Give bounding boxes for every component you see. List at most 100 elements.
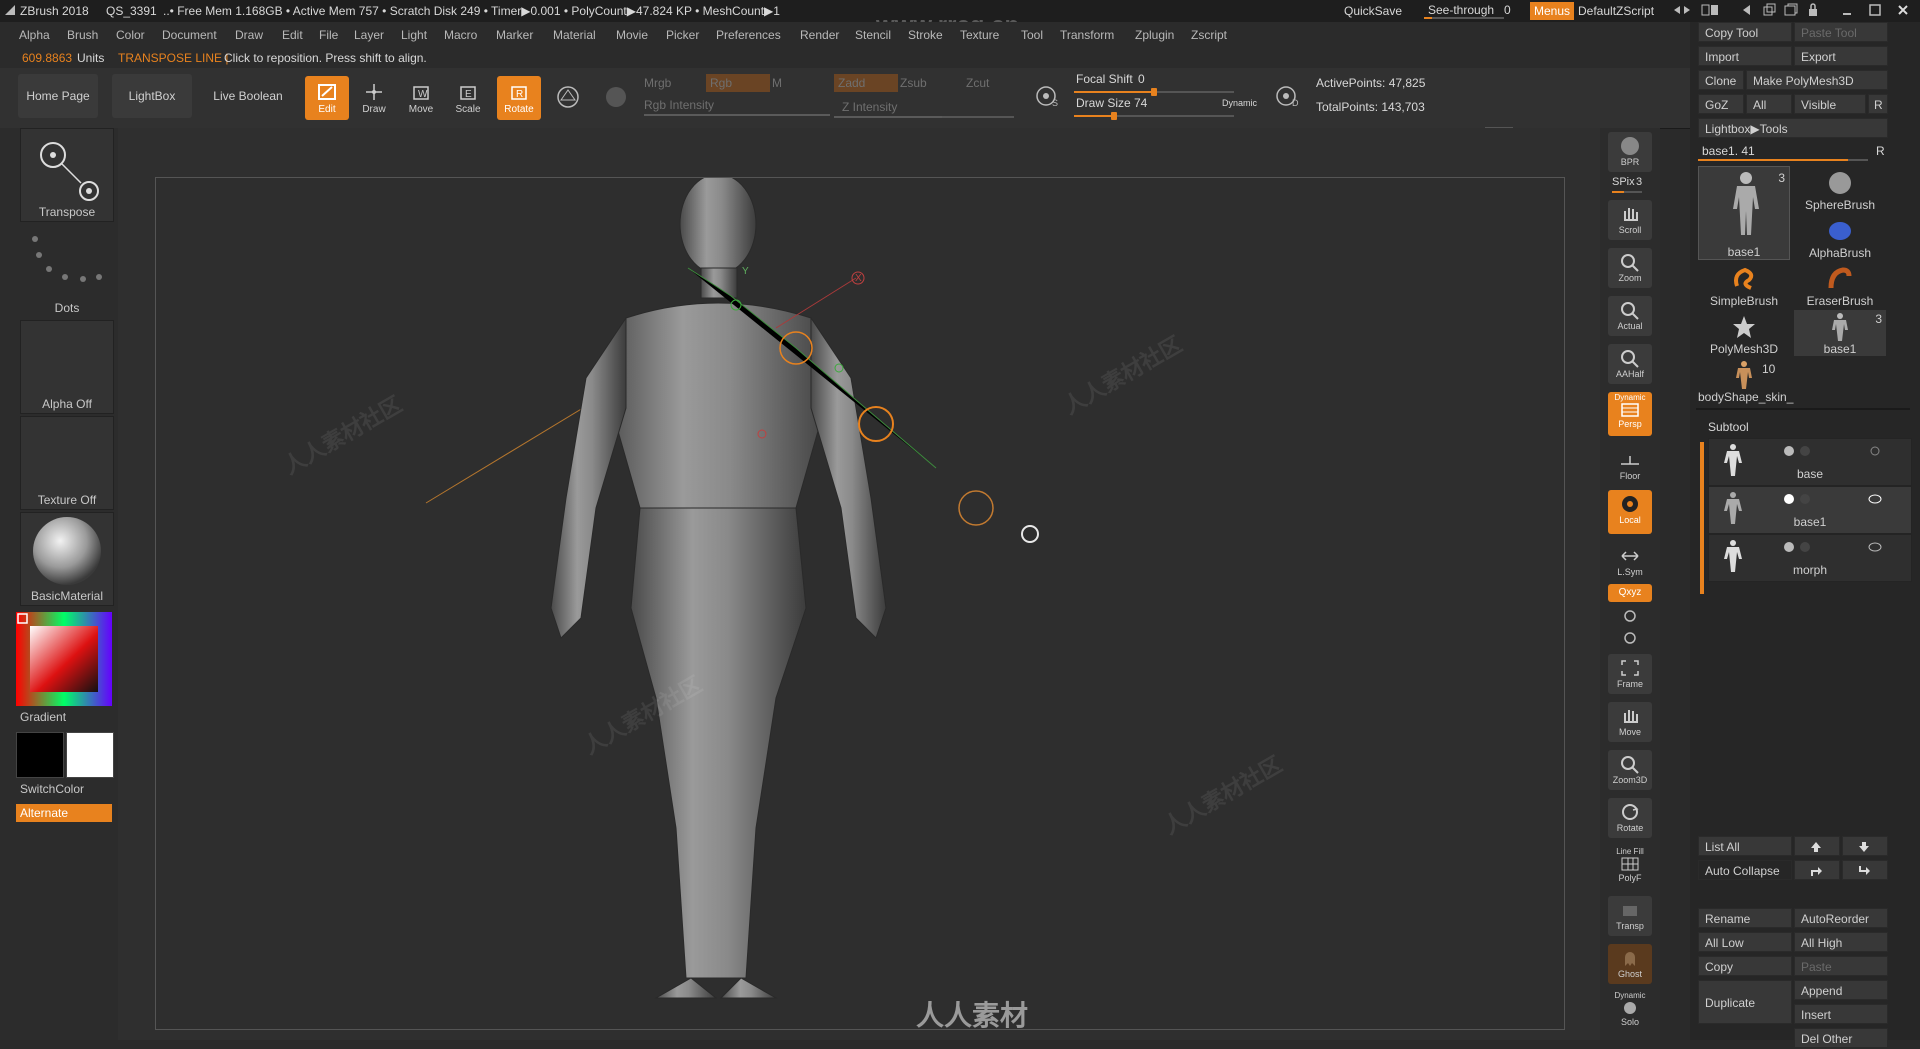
make-polymesh3d-button[interactable]: Make PolyMesh3D bbox=[1746, 70, 1888, 90]
tool-thumb-base1[interactable]: 3 base1 bbox=[1698, 166, 1790, 260]
menu-marker[interactable]: Marker bbox=[496, 28, 533, 42]
menu-document[interactable]: Document bbox=[162, 28, 217, 42]
alternate-button[interactable]: Alternate bbox=[16, 804, 112, 822]
material-sphere-icon[interactable] bbox=[603, 84, 629, 110]
default-zscript-button[interactable]: DefaultZScript bbox=[1578, 4, 1654, 18]
edit-mode-button[interactable]: Edit bbox=[305, 76, 349, 120]
mrgb-toggle[interactable]: Mrgb bbox=[644, 76, 671, 90]
bpr-button[interactable]: BPR bbox=[1608, 132, 1652, 172]
subtool-row-base[interactable]: base bbox=[1708, 438, 1912, 486]
move-subtool-up-button[interactable] bbox=[1794, 836, 1840, 856]
scale-mode-button[interactable]: E Scale bbox=[446, 76, 490, 120]
move-mode-button[interactable]: W Move bbox=[399, 76, 443, 120]
material-tile[interactable]: BasicMaterial bbox=[20, 512, 114, 606]
menu-brush[interactable]: Brush bbox=[67, 28, 98, 42]
zoom3d-button[interactable]: Zoom3D bbox=[1608, 750, 1652, 790]
polyf-button[interactable]: Line Fill PolyF bbox=[1608, 846, 1652, 890]
subtool-row-base1[interactable]: base1 bbox=[1708, 486, 1912, 534]
goz-r-button[interactable]: R bbox=[1868, 94, 1888, 114]
see-through-slider[interactable]: See-through 0 bbox=[1424, 2, 1514, 19]
tool-thumb-spherebrush[interactable]: SphereBrush bbox=[1794, 166, 1886, 212]
switchcolor-button[interactable]: SwitchColor bbox=[20, 782, 84, 796]
append-button[interactable]: Append bbox=[1794, 980, 1888, 1000]
close-icon[interactable] bbox=[1896, 3, 1910, 17]
xyz-button[interactable]: Qxyz bbox=[1608, 584, 1652, 602]
actual-button[interactable]: Actual bbox=[1608, 296, 1652, 336]
subtool-arrow-right-up-button[interactable] bbox=[1794, 860, 1840, 880]
tool-thumb-simplebrush[interactable]: SimpleBrush bbox=[1698, 262, 1790, 308]
subtool-toggles[interactable] bbox=[1779, 445, 1889, 457]
tool-thumb-eraserbrush[interactable]: EraserBrush bbox=[1794, 262, 1886, 308]
live-boolean-button[interactable]: Live Boolean bbox=[206, 74, 290, 118]
menu-stroke[interactable]: Stroke bbox=[908, 28, 943, 42]
transp-button[interactable]: Transp bbox=[1608, 896, 1652, 936]
menus-toggle[interactable]: Menus bbox=[1530, 2, 1575, 20]
m-toggle[interactable]: M bbox=[772, 76, 782, 90]
rgb-intensity-slider[interactable] bbox=[644, 114, 830, 116]
paste-tool-button[interactable]: Paste Tool bbox=[1794, 22, 1888, 42]
arrow-left-icon[interactable] bbox=[1740, 3, 1754, 17]
layout-arrows-icon[interactable] bbox=[1672, 3, 1692, 17]
page-restore-icon[interactable] bbox=[1784, 3, 1798, 17]
home-page-button[interactable]: Home Page bbox=[18, 74, 98, 118]
menu-material[interactable]: Material bbox=[553, 28, 596, 42]
menu-tool[interactable]: Tool bbox=[1021, 28, 1043, 42]
z-intensity-slider[interactable] bbox=[834, 116, 1014, 118]
lightbox-button[interactable]: LightBox bbox=[112, 74, 192, 118]
color-picker[interactable] bbox=[16, 612, 112, 706]
all-high-button[interactable]: All High bbox=[1794, 932, 1888, 952]
lsym-button[interactable]: L.Sym bbox=[1608, 542, 1652, 582]
lightbox-tools-button[interactable]: Lightbox▶Tools bbox=[1698, 118, 1888, 138]
menu-movie[interactable]: Movie bbox=[616, 28, 648, 42]
persp-button[interactable]: Dynamic Persp bbox=[1608, 392, 1652, 436]
all-low-button[interactable]: All Low bbox=[1698, 932, 1792, 952]
ghost-button[interactable]: Ghost bbox=[1608, 944, 1652, 984]
quicksave-button[interactable]: QuickSave bbox=[1344, 4, 1402, 18]
goz-visible-button[interactable]: Visible bbox=[1794, 94, 1866, 114]
menu-file[interactable]: File bbox=[319, 28, 338, 42]
subtool-toggles[interactable] bbox=[1779, 541, 1889, 553]
transpose-brush-tile[interactable]: Transpose bbox=[20, 128, 114, 222]
menu-texture[interactable]: Texture bbox=[960, 28, 999, 42]
list-all-button[interactable]: List All bbox=[1698, 836, 1792, 856]
clone-button[interactable]: Clone bbox=[1698, 70, 1744, 90]
menu-macro[interactable]: Macro bbox=[444, 28, 477, 42]
current-tool-slider[interactable]: base1. 41 R bbox=[1698, 142, 1888, 162]
alpha-tile[interactable]: Alpha Off bbox=[20, 320, 114, 414]
zsub-toggle[interactable]: Zsub bbox=[900, 76, 927, 90]
minimize-icon[interactable] bbox=[1840, 3, 1854, 17]
export-button[interactable]: Export bbox=[1794, 46, 1888, 66]
tool-thumb-bodyshape[interactable]: 10 bodyShape_skin_ bbox=[1698, 358, 1793, 404]
texture-tile[interactable]: Texture Off bbox=[20, 416, 114, 510]
zcut-toggle[interactable]: Zcut bbox=[966, 76, 989, 90]
palette-layout-icon[interactable] bbox=[1700, 3, 1720, 17]
auto-collapse-button[interactable]: Auto Collapse bbox=[1698, 860, 1792, 880]
stroke-dots-tile[interactable]: Dots bbox=[20, 224, 114, 318]
dynamic-toggle[interactable]: Dynamic bbox=[1222, 98, 1257, 108]
sculptris-pro-icon[interactable] bbox=[555, 84, 581, 110]
subtool-arrow-right-down-button[interactable] bbox=[1842, 860, 1888, 880]
focal-shift-slider[interactable] bbox=[1074, 88, 1234, 96]
solo-button[interactable]: Dynamic Solo bbox=[1608, 990, 1652, 1034]
tool-thumb-base1-alt[interactable]: 3 base1 bbox=[1794, 310, 1886, 356]
subtool-row-morph[interactable]: morph bbox=[1708, 534, 1912, 582]
rotate-mode-button[interactable]: R Rotate bbox=[497, 76, 541, 120]
zoom-button[interactable]: Zoom bbox=[1608, 248, 1652, 288]
subtool-toggles[interactable] bbox=[1779, 493, 1889, 505]
menu-layer[interactable]: Layer bbox=[354, 28, 384, 42]
rotate-axis-alt-icon[interactable] bbox=[1622, 630, 1638, 646]
copy-tool-button[interactable]: Copy Tool bbox=[1698, 22, 1792, 42]
subtool-scrollbar[interactable] bbox=[1700, 442, 1704, 594]
rgb-toggle[interactable]: Rgb bbox=[706, 74, 770, 92]
spix-control[interactable]: SPix 3 bbox=[1608, 176, 1652, 196]
menu-stencil[interactable]: Stencil bbox=[855, 28, 891, 42]
menu-color[interactable]: Color bbox=[116, 28, 145, 42]
focal-shift-icon[interactable]: S bbox=[1034, 82, 1062, 110]
menu-picker[interactable]: Picker bbox=[666, 28, 699, 42]
window-restore-icon[interactable] bbox=[1762, 3, 1776, 17]
d-brush-icon[interactable]: D bbox=[1274, 82, 1302, 110]
rename-button[interactable]: Rename bbox=[1698, 908, 1792, 928]
autoreorder-button[interactable]: AutoReorder bbox=[1794, 908, 1888, 928]
zadd-toggle[interactable]: Zadd bbox=[834, 74, 898, 92]
goz-all-button[interactable]: All bbox=[1746, 94, 1792, 114]
